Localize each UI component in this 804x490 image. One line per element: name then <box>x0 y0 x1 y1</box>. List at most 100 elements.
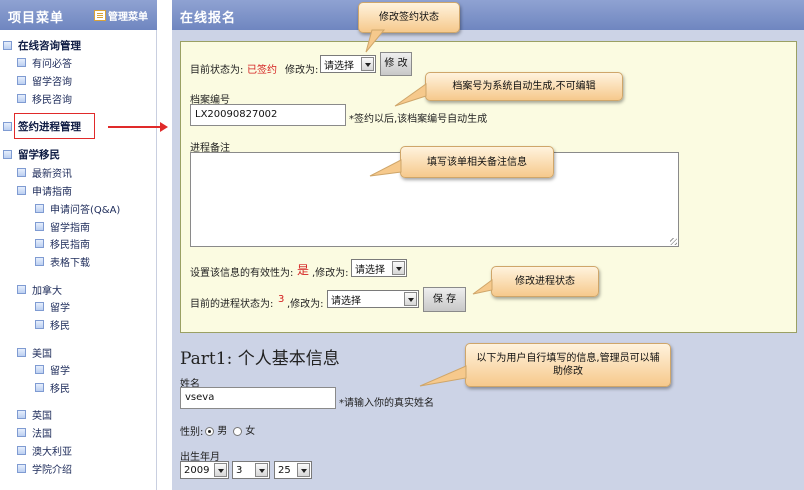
sidebar-item-consult-manage[interactable]: 在线咨询管理 <box>3 38 81 53</box>
red-arrow-annotation <box>108 122 168 132</box>
validity-select-value: 请选择 <box>355 264 385 276</box>
sidebar-item-label: 英国 <box>32 411 52 422</box>
resize-grip-icon[interactable] <box>670 238 677 245</box>
sidebar-item-label: 法国 <box>32 429 52 440</box>
menu-list-icon <box>94 10 106 21</box>
status-select-value: 请选择 <box>324 60 354 72</box>
folder-icon <box>3 122 12 131</box>
sidebar-item-label: 加拿大 <box>32 286 62 297</box>
sidebar-item-study-guide[interactable]: 留学指南 <box>35 219 90 234</box>
sidebar-title: 项目菜单 <box>8 11 65 26</box>
sidebar-header: 项目菜单 管理菜单 <box>0 0 157 30</box>
page-icon <box>17 464 26 473</box>
sidebar-item-canada-study[interactable]: 留学 <box>35 299 70 314</box>
page-icon <box>17 58 26 67</box>
callout-notes: 填写该单相关备注信息 <box>400 146 554 178</box>
progress-value: 3 <box>278 294 285 305</box>
gender-label: 性别: <box>180 427 204 438</box>
sidebar-item-label: 有问必答 <box>32 59 72 70</box>
save-button[interactable]: 保 存 <box>423 287 466 312</box>
sidebar-item-qa[interactable]: 有问必答 <box>17 55 72 70</box>
screenshot-root: 项目菜单 管理菜单 在线咨询管理 有问必答 留学咨询 移民咨询 签约进程管理 留… <box>0 0 804 490</box>
chevron-down-icon <box>404 292 417 306</box>
radio-unchecked-icon[interactable] <box>233 426 242 436</box>
sidebar-item-label: 留学指南 <box>50 223 90 234</box>
modify-status-button[interactable]: 修 改 <box>380 52 412 76</box>
birth-year-select[interactable]: 2009 <box>180 461 229 479</box>
sidebar-item-faq[interactable]: 申请问答(Q&A) <box>35 201 120 216</box>
birth-day-value: 25 <box>278 464 291 476</box>
folder-icon <box>17 285 26 294</box>
validity-value: 是 <box>297 263 310 277</box>
name-input[interactable]: vseva <box>180 387 336 409</box>
callout-modify-status: 修改签约状态 <box>358 2 460 33</box>
sidebar: 项目菜单 管理菜单 在线咨询管理 有问必答 留学咨询 移民咨询 签约进程管理 留… <box>0 0 157 490</box>
folder-icon <box>17 348 26 357</box>
page-icon <box>35 383 44 392</box>
birth-year-value: 2009 <box>184 464 210 476</box>
radio-checked-icon[interactable] <box>205 426 214 436</box>
sidebar-item-france[interactable]: 法国 <box>17 425 52 440</box>
chevron-down-icon <box>361 57 374 71</box>
gender-female-option[interactable]: 女 <box>233 422 255 437</box>
page-icon <box>35 320 44 329</box>
sidebar-item-immigration-consult[interactable]: 移民咨询 <box>17 91 72 106</box>
folder-icon <box>17 186 26 195</box>
sidebar-item-canada[interactable]: 加拿大 <box>17 282 62 297</box>
sidebar-item-label: 移民 <box>50 321 70 332</box>
manage-menu-link[interactable]: 管理菜单 <box>94 8 148 23</box>
status-select[interactable]: 请选择 <box>320 55 376 73</box>
sidebar-item-guide[interactable]: 申请指南 <box>17 183 72 198</box>
page-icon <box>17 76 26 85</box>
validity-change-label: ,修改为: <box>312 268 349 279</box>
validity-label: 设置该信息的有效性为: <box>190 268 294 279</box>
sidebar-item-label: 申请指南 <box>32 187 72 198</box>
sidebar-item-label: 学院介绍 <box>32 465 72 476</box>
sidebar-item-label: 移民指南 <box>50 240 90 251</box>
callout-progress: 修改进程状态 <box>491 266 599 297</box>
part1-title: Part1: 个人基本信息 <box>180 349 340 369</box>
birth-day-select[interactable]: 25 <box>274 461 312 479</box>
callout-file-no: 档案号为系统自动生成,不可编辑 <box>425 72 623 101</box>
validity-select[interactable]: 请选择 <box>351 259 407 277</box>
callout-tail <box>394 83 427 107</box>
sidebar-item-label: 留学 <box>50 366 70 377</box>
sidebar-item-immigration-guide[interactable]: 移民指南 <box>35 236 90 251</box>
callout-user-info: 以下为用户自行填写的信息,管理员可以辅助修改 <box>465 343 671 387</box>
file-no-hint: *签约以后,该档案编号自动生成 <box>349 114 488 125</box>
page-icon <box>35 204 44 213</box>
sidebar-item-label: 美国 <box>32 349 52 360</box>
sidebar-item-label: 最新资讯 <box>32 169 72 180</box>
gender-male-option[interactable]: 男 <box>205 422 227 437</box>
progress-select-value: 请选择 <box>331 295 361 307</box>
page-icon <box>35 365 44 374</box>
sidebar-item-forms-download[interactable]: 表格下载 <box>35 254 90 269</box>
sidebar-item-colleges[interactable]: 学院介绍 <box>17 461 72 476</box>
file-no-input[interactable]: LX20090827002 <box>190 104 346 126</box>
gender-female-label: 女 <box>245 426 256 437</box>
page-icon <box>35 257 44 266</box>
page-icon <box>35 302 44 311</box>
sidebar-item-australia[interactable]: 澳大利亚 <box>17 443 72 458</box>
sidebar-item-usa[interactable]: 美国 <box>17 345 52 360</box>
sidebar-item-label: 留学 <box>50 303 70 314</box>
chevron-down-icon <box>214 463 227 477</box>
sidebar-item-uk[interactable]: 英国 <box>17 407 52 422</box>
birth-month-value: 3 <box>236 464 243 476</box>
page-icon <box>17 410 26 419</box>
callout-tail <box>472 279 493 295</box>
birth-month-select[interactable]: 3 <box>232 461 270 479</box>
sidebar-item-news[interactable]: 最新资讯 <box>17 165 72 180</box>
sidebar-item-label: 留学咨询 <box>32 77 72 88</box>
sidebar-item-study-consult[interactable]: 留学咨询 <box>17 73 72 88</box>
page-icon <box>35 222 44 231</box>
page-icon <box>17 428 26 437</box>
sidebar-item-usa-immigration[interactable]: 移民 <box>35 380 70 395</box>
sidebar-item-study-immigration[interactable]: 留学移民 <box>3 147 60 162</box>
sidebar-item-usa-study[interactable]: 留学 <box>35 362 70 377</box>
gender-male-label: 男 <box>217 426 228 437</box>
sidebar-item-canada-immigration[interactable]: 移民 <box>35 317 70 332</box>
status-change-label: 修改为: <box>285 65 319 76</box>
sidebar-item-label: 澳大利亚 <box>32 447 72 458</box>
progress-select[interactable]: 请选择 <box>327 290 419 308</box>
